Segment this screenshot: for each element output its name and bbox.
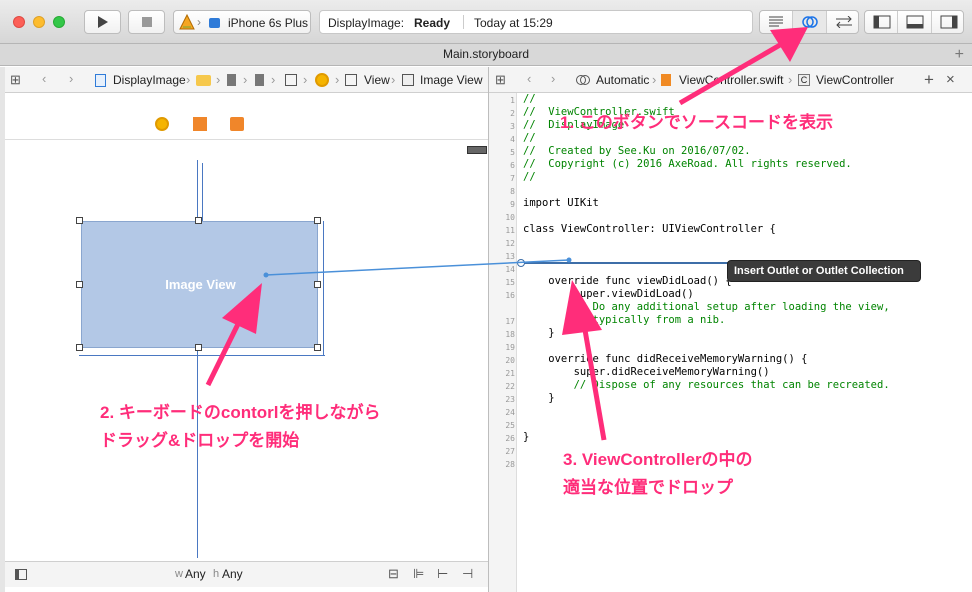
connection-start-dot <box>263 272 269 278</box>
step1-arrow-shaft <box>678 42 782 106</box>
step3-arrow-head <box>562 280 602 335</box>
annotation-step2-line1: 2. キーボードのcontorlを押しながら <box>100 403 381 422</box>
annotation-step3-line2: 適当な位置でドロップ <box>563 478 733 497</box>
connection-drag-line <box>265 259 570 276</box>
annotation-step2-line2: ドラッグ&ドロップを開始 <box>100 431 300 450</box>
step3-arrow-shaft <box>582 329 607 441</box>
annotation-step3-line1: 3. ViewControllerの中の <box>563 450 753 469</box>
step2-arrow-shaft <box>205 318 243 387</box>
step2-arrow-head <box>222 283 262 334</box>
annotation-step1: 1. このボタンでソースコードを表示 <box>560 113 834 132</box>
connection-drag-overlay <box>205 27 808 441</box>
step1-arrow-head <box>770 27 808 62</box>
connection-end-dot <box>566 257 572 263</box>
